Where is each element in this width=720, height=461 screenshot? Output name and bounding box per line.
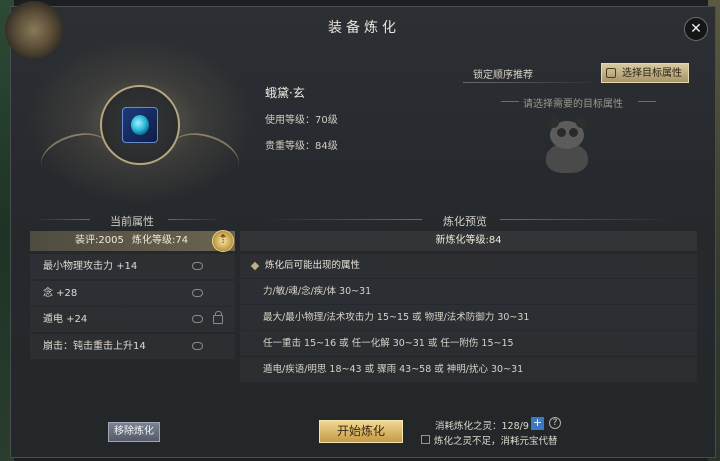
recommend-panel: 锁定顺序推荐 选择目标属性 请选择需要的目标属性 [463,60,690,200]
panda-placeholder-icon [538,115,598,175]
refine-preview-title: 炼化预览 [443,215,487,228]
attribute-row: 遁电 +24 [30,307,235,332]
equipment-icon[interactable] [122,107,158,143]
divider [262,219,422,220]
lock-icon [606,68,616,78]
select-target-attribute-button[interactable]: 选择目标属性 [601,63,689,83]
level-up-icon[interactable] [212,230,234,252]
refine-level: 炼化等级:74 [132,235,189,246]
recommend-hint: 请选择需要的目标属性 [523,99,623,110]
attribute-text: 念 +28 [43,287,78,299]
attribute-text: 最小物理攻击力 +14 [43,261,138,272]
remove-refine-button[interactable]: 移除炼化 [108,422,160,442]
gear-score: 装评:2005 [75,235,124,246]
attribute-text: 遁电 +24 [43,314,88,325]
link-icon[interactable] [192,341,203,350]
help-icon[interactable]: ? [549,417,561,429]
preview-row: 任一重击 15~16 或 任一化解 30~31 或 任一附伤 15~15 [240,331,697,357]
divider [35,219,90,220]
item-use-level: 使用等级：70级 [265,115,338,126]
hint-divider-left [501,101,519,102]
current-attribute-list: 最小物理攻击力 +14 念 +28 遁电 +24 崩击：钝击重击上升14 [30,254,235,360]
link-icon[interactable] [192,288,203,297]
use-ingot-checkbox[interactable] [421,435,430,444]
preview-text: 任一重击 15~16 或 任一化解 30~31 或 任一附伤 15~15 [263,337,514,349]
new-refine-level: 新炼化等级:84 [240,231,697,251]
attribute-row: 崩击：钝击重击上升14 [30,334,235,359]
preview-row: 最大/最小物理/法术攻击力 15~15 或 物理/法术防御力 30~31 [240,305,697,331]
start-refine-button[interactable]: 开始炼化 [319,420,403,443]
preview-text: 力/敏/魂/念/疾/体 30~31 [263,285,372,297]
divider [168,219,223,220]
link-icon[interactable] [192,315,203,323]
close-button[interactable]: ✕ [684,17,708,41]
preview-attribute-list: 炼化后可能出现的属性 力/敏/魂/念/疾/体 30~31 最大/最小物理/法术攻… [240,254,697,383]
add-spirit-button[interactable]: + [531,417,544,430]
item-value-level: 贵重等级：84级 [265,141,338,152]
window-title: 装备炼化 [328,20,400,36]
link-icon[interactable] [192,262,203,270]
select-target-label: 选择目标属性 [622,68,682,79]
diamond-icon [250,261,260,271]
item-name: 蛾黛·玄 [265,86,305,100]
preview-row: 力/敏/魂/念/疾/体 30~31 [240,279,697,305]
attribute-row: 念 +28 [30,281,235,306]
preview-text: 最大/最小物理/法术攻击力 15~15 或 物理/法术防御力 30~31 [263,311,530,323]
use-ingot-label: 炼化之灵不足，消耗元宝代替 [434,436,558,447]
attribute-row: 最小物理攻击力 +14 [30,254,235,279]
current-header: 装评:2005 炼化等级:74 [30,231,235,251]
attribute-text: 崩击：钝击重击上升14 [43,340,146,352]
current-attributes-title: 当前属性 [110,215,154,228]
preview-text: 遁电/疾语/明思 18~43 或 骤雨 43~58 或 神明/扰心 30~31 [263,363,524,375]
hint-divider-right [638,101,656,102]
refine-spirit-cost: 消耗炼化之灵：128/9 [435,421,529,432]
recommend-label: 锁定顺序推荐 [473,70,533,81]
divider [500,219,675,220]
preview-row: 遁电/疾语/明思 18~43 或 骤雨 43~58 或 神明/扰心 30~31 [240,357,697,383]
divider [463,82,603,83]
preview-text: 炼化后可能出现的属性 [265,260,361,271]
equipment-showcase [20,40,260,210]
preview-row: 炼化后可能出现的属性 [240,254,697,278]
lock-icon[interactable] [213,311,223,324]
